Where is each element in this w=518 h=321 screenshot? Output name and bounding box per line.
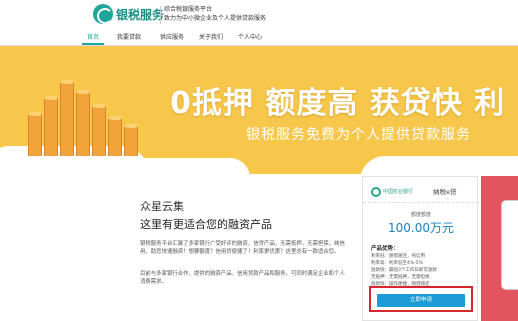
advantage-item: 利率高：利率低至4%-5%	[371, 261, 423, 266]
coin-top	[76, 90, 90, 94]
coin-stack	[28, 114, 42, 156]
cloud-mid	[110, 158, 250, 174]
bank-logo-icon	[371, 187, 381, 197]
slogan-line1: 综合税银服务平台	[164, 6, 213, 13]
intro-paragraph: 目前与多家银行合作，提供的融资产品、信用贷款产品和服务，可同时满足企业和个人消费…	[140, 271, 345, 285]
logo-divider	[160, 6, 161, 24]
coin-top	[28, 112, 42, 116]
logo-icon[interactable]	[93, 4, 113, 24]
intro-subtitle: 这里有更适合您的融资产品	[140, 218, 272, 231]
limit-value: 100.00万元	[388, 221, 454, 235]
coin-top	[60, 80, 74, 84]
apply-button-highlight	[369, 286, 473, 312]
nav-item-personal[interactable]: 个人中心	[235, 32, 265, 45]
main-nav: 首页 我要贷款 供应服务 关于我们 个人中心	[0, 30, 518, 46]
coin-stack	[60, 82, 74, 156]
advantage-item: 利率低：随借随还，纯信用	[371, 254, 425, 259]
nav-item-home[interactable]: 首页	[82, 32, 104, 45]
limit-label: 额度额度	[410, 212, 431, 218]
nav-item-supply[interactable]: 供应服务	[157, 32, 187, 45]
logo-text[interactable]: 银税服务	[116, 6, 164, 23]
advantage-item: 无抵押：无需抵押，无需担保	[371, 275, 430, 280]
page: 银税服务 综合税银服务平台 致力为中小微企业及个人提供贷款服务 首页 我要贷款 …	[0, 0, 518, 321]
coin-stack	[76, 92, 90, 156]
coin-stack	[92, 106, 106, 156]
coin-top	[124, 124, 138, 128]
slogan-line2: 致力为中小微企业及个人提供贷款服务	[164, 15, 267, 22]
site-header: 银税服务 综合税银服务平台 致力为中小微企业及个人提供贷款服务	[0, 0, 518, 30]
coin-stack	[108, 118, 122, 156]
banner-subline: 银税服务免费为个人提供贷款服务	[246, 127, 471, 143]
coin-top	[108, 116, 122, 120]
nav-item-about[interactable]: 关于我们	[196, 32, 226, 45]
intro-title: 众星云集	[140, 200, 184, 213]
advantage-item: 放款快：最短3个工作日即可放款	[371, 268, 437, 273]
side-promo-panel[interactable]	[481, 176, 518, 321]
intro-paragraph: 银税服务平台汇聚了多家银行广受好评的融资、信贷产品，无需抵押，无需担保，纯信用，…	[140, 241, 345, 255]
banner-headline: 0抵押 额度高 获贷快 利	[170, 86, 506, 121]
cloud-right	[360, 156, 518, 174]
nav-item-loan[interactable]: 我要贷款	[114, 32, 144, 45]
coin-top	[44, 96, 58, 100]
coin-stack	[44, 98, 58, 156]
product-name: 纳税e贷	[433, 188, 457, 196]
coin-stack	[124, 126, 138, 156]
bank-name: 中国农业银行	[383, 189, 414, 195]
advantages-title: 产品优势：	[371, 246, 399, 252]
coin-top	[92, 104, 106, 108]
card-header: 中国农业银行 纳税e贷	[363, 183, 479, 203]
phone-illustration	[501, 200, 518, 290]
